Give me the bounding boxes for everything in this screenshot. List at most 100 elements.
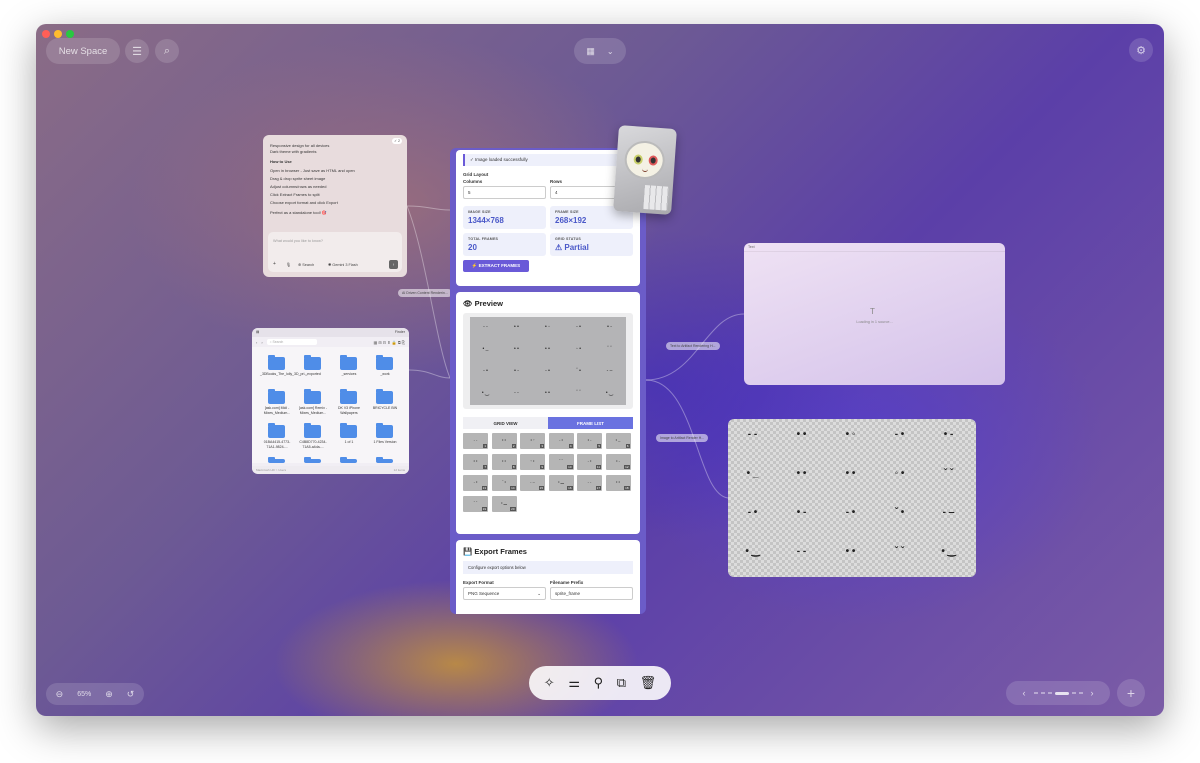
stat-grid-status: GRID STATUS ⚠ Partial xyxy=(550,233,633,256)
connector-label-ai-content[interactable]: AI Driven Content Renderin... xyxy=(398,289,452,297)
format-label: Export Format xyxy=(463,580,494,585)
frame-thumbnail[interactable]: • ‿ 20 xyxy=(491,496,517,512)
tab-frame-list[interactable]: FRAME LIST xyxy=(548,417,633,429)
sprite-face: - - xyxy=(483,324,488,330)
frame-thumbnail[interactable]: - ‒ 15 xyxy=(520,475,545,491)
frame-thumbnail[interactable]: - • 4 xyxy=(548,433,574,449)
folder-icon[interactable] xyxy=(268,355,285,370)
frame-thumbnail[interactable]: - -17 xyxy=(577,475,602,491)
frame-thumbnail[interactable]: - • 11 xyxy=(577,454,602,470)
note-line: Drag & drop sprite sheet image xyxy=(270,176,326,181)
view-options-icon[interactable]: ▦ ⊞ ⊟ ⬆ 🔒 ⧉ ⎘ xyxy=(373,340,405,345)
grid-inputs: Columns 5 Rows 4 xyxy=(463,179,633,199)
sprite-face: • • xyxy=(545,390,550,396)
frame-thumbnail[interactable]: • - 5 xyxy=(577,433,602,449)
columns-input[interactable]: 5 xyxy=(463,186,546,199)
folder-icon[interactable] xyxy=(304,355,321,370)
sliders-icon[interactable]: ⚌ xyxy=(568,675,580,691)
frame-thumbnail[interactable]: ◦ • 9 xyxy=(520,454,545,470)
finder-title: Finder xyxy=(394,330,405,334)
frame-thumbnail[interactable]: • ◦ 3 xyxy=(520,433,545,449)
frame-number: 5 xyxy=(597,444,601,448)
extracted-face: ˇ • xyxy=(894,507,905,518)
pin-icon[interactable]: ⚲ xyxy=(594,675,604,691)
zoom-out-icon[interactable]: ⊖ xyxy=(56,689,64,700)
character-image-card[interactable] xyxy=(613,125,677,215)
chevron-left-icon[interactable]: ‹ xyxy=(1023,688,1026,698)
frame-thumbnail[interactable]: • • 2 xyxy=(491,433,517,449)
search-tool-button[interactable]: ⊕ Search xyxy=(298,262,314,267)
stat-image-size: IMAGE SIZE 1344×768 xyxy=(463,206,546,229)
mic-icon[interactable]: 🎙 xyxy=(286,262,291,267)
sparkles-icon[interactable]: ✧ xyxy=(544,675,555,691)
folder-label: 1 Files Version xyxy=(373,440,397,444)
tab-grid-view[interactable]: GRID VIEW xyxy=(463,417,548,429)
frame-number: 6 xyxy=(625,444,630,448)
folder-icon[interactable] xyxy=(268,457,285,463)
thumbnail-face: ˇ • xyxy=(502,479,506,484)
chevron-right-icon[interactable]: › xyxy=(1091,688,1094,698)
sprite-sheet-preview: - - • • • ◦ - • • - • _ • • • • ◦ • ˇ ˇ - • • - - • ˇ… xyxy=(463,313,633,409)
frame-thumbnail[interactable]: • • 18 xyxy=(605,475,631,491)
finder-card: ▤ Finder ‹ › ⌕ Search ▦ ⊞ ⊟ ⬆ 🔒 ⧉ ⎘ _3DB… xyxy=(252,328,409,474)
frame-thumbnail[interactable]: • _ 6 xyxy=(605,433,631,449)
plus-icon[interactable]: + xyxy=(273,261,276,267)
folder-icon[interactable] xyxy=(340,355,357,370)
frame-thumbnail[interactable]: • - 12 xyxy=(605,454,631,470)
duplicate-icon[interactable]: ⧉ xyxy=(617,675,626,691)
thumbnail-face: ˇ ˇ xyxy=(473,500,478,505)
folder-icon[interactable] xyxy=(304,423,321,438)
extracted-face: • ‿ xyxy=(941,546,956,557)
zoom-level: 65% xyxy=(77,690,92,698)
reset-zoom-icon[interactable]: ↺ xyxy=(127,689,135,700)
canvas-navigator: ‹ › xyxy=(1006,681,1110,705)
zoom-in-icon[interactable]: ⊕ xyxy=(105,689,113,700)
frame-number: 7 xyxy=(483,465,487,469)
frame-thumbnail[interactable]: • ‿ 16 xyxy=(548,475,574,491)
thumbnail-face: - • xyxy=(587,458,592,463)
trash-icon[interactable]: 🗑 xyxy=(640,675,657,691)
status-banner: ✓ Image loaded successfully xyxy=(463,154,633,166)
filename-prefix-input[interactable]: sprite_frame xyxy=(550,587,633,600)
folder-icon[interactable] xyxy=(304,457,321,463)
export-format-select[interactable]: PNG Sequence ⌄ xyxy=(463,587,546,600)
chat-note-content: Responsive design for all devices Dark t… xyxy=(270,143,401,216)
add-button[interactable]: + xyxy=(1117,679,1145,707)
folder-icon[interactable] xyxy=(268,389,285,404)
thumbnail-face: • • xyxy=(616,479,620,484)
sprite-face: • • xyxy=(514,324,519,330)
note-line: Open in browser - Just save as HTML and … xyxy=(270,168,355,173)
folder-icon[interactable] xyxy=(376,457,393,463)
chat-input-box[interactable]: What would you like to know? + 🎙 ⊕ Searc… xyxy=(268,232,402,272)
frame-thumbnail[interactable]: ˇ • 14 xyxy=(491,475,517,491)
extracted-face: • • xyxy=(796,429,807,440)
chat-input[interactable]: What would you like to know? xyxy=(273,239,323,243)
send-button[interactable]: ↑ xyxy=(389,260,398,269)
back-icon[interactable]: ‹ xyxy=(256,340,257,345)
sprite-face: - ‒ xyxy=(606,368,613,374)
columns-label: Columns xyxy=(463,179,483,184)
folder-icon[interactable] xyxy=(376,389,393,404)
folder-icon[interactable] xyxy=(304,389,321,404)
connector-label-text-artifact[interactable]: Text to Artifact Rendering H... xyxy=(666,342,720,350)
folder-icon[interactable] xyxy=(340,389,357,404)
folder-icon[interactable] xyxy=(340,423,357,438)
model-selector[interactable]: ✺ Gemini 3 Flash xyxy=(328,262,358,267)
sidebar-toggle-icon[interactable]: ▤ xyxy=(256,330,259,335)
folder-icon[interactable] xyxy=(376,423,393,438)
navigator-track[interactable] xyxy=(1033,691,1083,695)
folder-label: [ask.com] Midi - Mixes_Medium... xyxy=(263,406,291,415)
finder-search[interactable]: ⌕ Search xyxy=(266,339,317,345)
frame-thumbnail[interactable]: - - 1 xyxy=(463,433,488,449)
folder-icon[interactable] xyxy=(268,423,285,438)
frame-thumbnail[interactable]: - • 13 xyxy=(463,475,488,491)
frame-thumbnail[interactable]: • • 8 xyxy=(491,454,517,470)
frame-thumbnail[interactable]: • • 7 xyxy=(463,454,488,470)
frame-thumbnail[interactable]: ˇ ˇ 19 xyxy=(463,496,488,512)
forward-icon[interactable]: › xyxy=(261,340,262,345)
connector-label-image-artifact[interactable]: Image to Artifact Render H... xyxy=(656,434,709,442)
folder-icon[interactable] xyxy=(340,457,357,463)
frame-thumbnail[interactable]: ˇ ˇ 10 xyxy=(548,454,574,470)
folder-icon[interactable] xyxy=(376,355,393,370)
extract-frames-button[interactable]: ⚡ EXTRACT FRAMES xyxy=(463,260,529,272)
